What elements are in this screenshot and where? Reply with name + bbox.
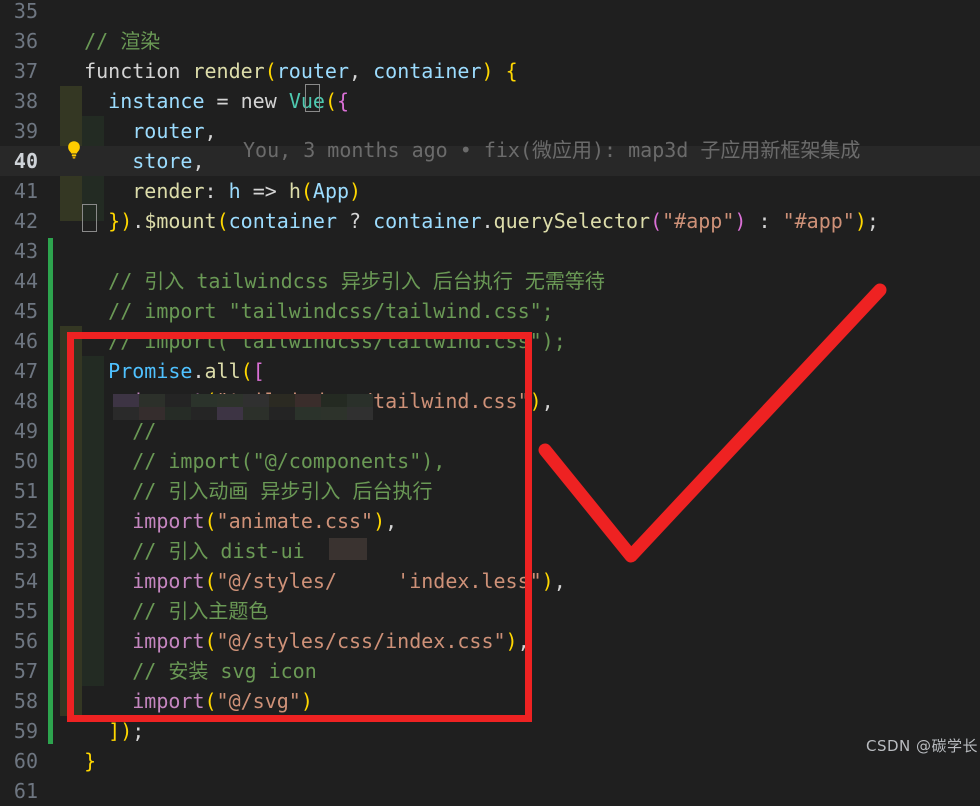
line-number[interactable]: 54 — [0, 566, 38, 596]
code-line[interactable]: 59 ]); — [0, 716, 980, 746]
code-line[interactable]: 38 instance = new Vue({ — [0, 86, 980, 116]
line-number[interactable]: 52 — [0, 506, 38, 536]
code-line[interactable]: 35 — [0, 0, 980, 26]
line-number[interactable]: 60 — [0, 746, 38, 776]
code-line[interactable]: 52 import("animate.css"), — [0, 506, 980, 536]
line-number[interactable]: 42 — [0, 206, 38, 236]
code-text[interactable]: // — [60, 416, 205, 446]
git-blame-annotation[interactable]: You, 3 months ago • fix(微应用): map3d 子应用新… — [243, 135, 860, 165]
line-number[interactable]: 53 — [0, 536, 38, 566]
line-number[interactable]: 35 — [0, 0, 38, 26]
code-line[interactable]: 42 }).$mount(container ? container.query… — [0, 206, 980, 236]
code-text[interactable]: }).$mount(container ? container.querySel… — [60, 206, 879, 236]
code-text[interactable]: // 引入 tailwindcss 异步引入 后台执行 无需等待 — [60, 266, 605, 296]
line-number[interactable]: 39 — [0, 116, 38, 146]
line-number[interactable]: 59 — [0, 716, 38, 746]
bracket-match-close — [82, 204, 97, 232]
code-text[interactable]: // import("@/components"), — [60, 446, 445, 476]
line-number[interactable]: 47 — [0, 356, 38, 386]
redacted-text-block — [113, 394, 381, 420]
code-text[interactable]: import("@/styles/css/index.css"), — [60, 626, 529, 656]
code-line[interactable]: 36 // 渲染 — [0, 26, 980, 56]
code-text[interactable]: import("@/svg") — [60, 686, 313, 716]
line-number[interactable]: 49 — [0, 416, 38, 446]
code-line[interactable]: 58 import("@/svg") — [0, 686, 980, 716]
code-line[interactable]: 43 — [0, 236, 980, 266]
redacted-text-block — [329, 538, 367, 560]
git-modified-indicator — [48, 238, 53, 744]
code-line[interactable]: 55 // 引入主题色 — [0, 596, 980, 626]
code-line[interactable]: 57 // 安装 svg icon — [0, 656, 980, 686]
line-number[interactable]: 57 — [0, 656, 38, 686]
code-text[interactable]: // 渲染 — [60, 26, 160, 56]
line-number[interactable]: 48 — [0, 386, 38, 416]
code-text[interactable]: // 引入主题色 — [60, 596, 268, 626]
code-text[interactable]: // 引入 dist-ui — [60, 536, 304, 566]
line-number[interactable]: 61 — [0, 776, 38, 806]
code-line[interactable]: 44 // 引入 tailwindcss 异步引入 后台执行 无需等待 — [0, 266, 980, 296]
bracket-match-open — [305, 84, 320, 112]
code-text[interactable]: Promise.all([ — [60, 356, 265, 386]
line-number[interactable]: 56 — [0, 626, 38, 656]
code-text[interactable]: } — [60, 746, 96, 776]
line-number[interactable]: 55 — [0, 596, 38, 626]
line-number[interactable]: 37 — [0, 56, 38, 86]
code-text[interactable]: // import "tailwindcss/tailwind.css"; — [60, 296, 554, 326]
code-text[interactable]: // 引入动画 异步引入 后台执行 — [60, 476, 432, 506]
code-line[interactable]: 47 Promise.all([ — [0, 356, 980, 386]
csdn-watermark: CSDN @碳学长 — [866, 737, 979, 755]
code-line[interactable]: 51 // 引入动画 异步引入 后台执行 — [0, 476, 980, 506]
code-line[interactable]: 50 // import("@/components"), — [0, 446, 980, 476]
code-line[interactable]: 49 // — [0, 416, 980, 446]
code-text[interactable]: render: h => h(App) — [60, 176, 361, 206]
lightbulb-icon[interactable] — [63, 139, 85, 161]
line-number[interactable]: 44 — [0, 266, 38, 296]
code-line[interactable]: 54 import("@/styles/ 'index.less"), — [0, 566, 980, 596]
line-number[interactable]: 51 — [0, 476, 38, 506]
code-line[interactable]: 61 — [0, 776, 980, 806]
line-number[interactable]: 40 — [0, 146, 38, 176]
code-line[interactable]: 60 } — [0, 746, 980, 776]
line-number[interactable]: 58 — [0, 686, 38, 716]
code-text[interactable]: // 安装 svg icon — [60, 656, 317, 686]
code-line[interactable]: 56 import("@/styles/css/index.css"), — [0, 626, 980, 656]
line-number[interactable]: 45 — [0, 296, 38, 326]
code-text[interactable]: import("animate.css"), — [60, 506, 397, 536]
line-number[interactable]: 46 — [0, 326, 38, 356]
code-line[interactable]: 46 // import("tailwindcss/tailwind.css")… — [0, 326, 980, 356]
code-line[interactable]: 45 // import "tailwindcss/tailwind.css"; — [0, 296, 980, 326]
code-text[interactable]: function render(router, container) { — [60, 56, 518, 86]
line-number[interactable]: 50 — [0, 446, 38, 476]
line-number[interactable]: 38 — [0, 86, 38, 116]
line-number[interactable]: 41 — [0, 176, 38, 206]
code-line[interactable]: 53 // 引入 dist-ui — [0, 536, 980, 566]
line-number[interactable]: 36 — [0, 26, 38, 56]
code-editor[interactable]: 35 36 // 渲染 37 function render(router, con… — [0, 0, 980, 803]
code-text[interactable]: ]); — [60, 716, 144, 746]
line-number[interactable]: 43 — [0, 236, 38, 266]
code-line[interactable]: 37 function render(router, container) { — [0, 56, 980, 86]
code-text[interactable]: import("@/styles/ 'index.less"), — [60, 566, 566, 596]
code-line[interactable]: 41 render: h => h(App) — [0, 176, 980, 206]
code-text[interactable]: // import("tailwindcss/tailwind.css"); — [60, 326, 566, 356]
